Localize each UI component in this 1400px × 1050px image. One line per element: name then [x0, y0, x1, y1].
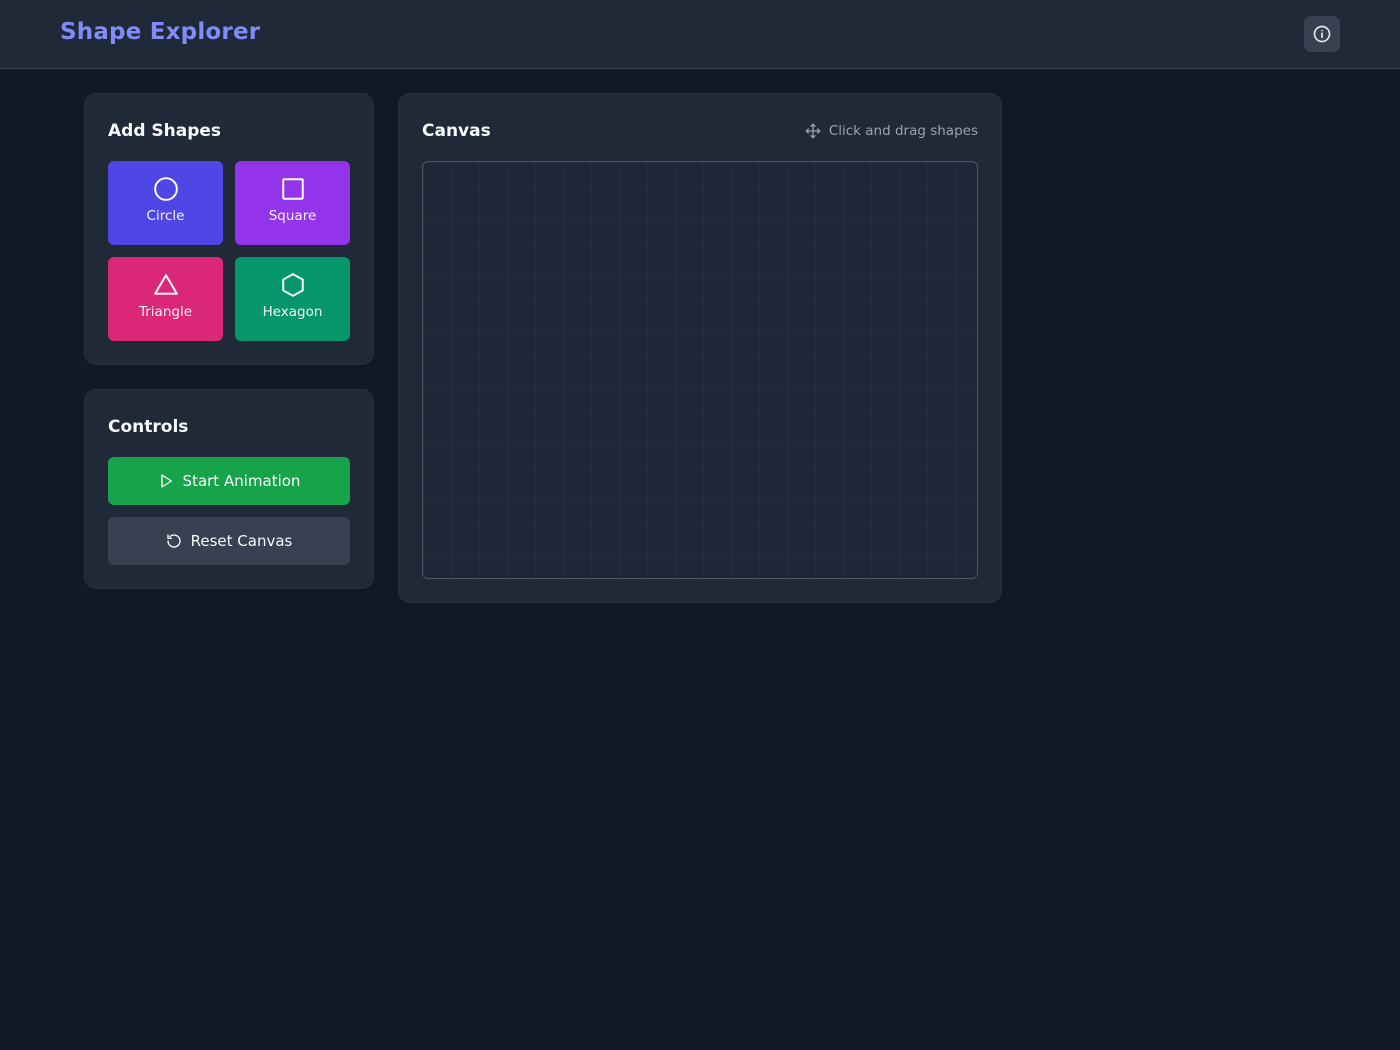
reset-canvas-button[interactable]: Reset Canvas — [108, 517, 350, 565]
triangle-icon — [153, 272, 179, 298]
add-shapes-panel: Add Shapes Circle Square Triangle Hexago… — [84, 93, 374, 365]
add-shapes-title: Add Shapes — [108, 121, 222, 141]
controls-panel: Controls Start Animation Reset Canvas — [84, 389, 374, 589]
canvas-hint: Click and drag shapes — [805, 123, 978, 139]
move-icon — [805, 123, 821, 139]
add-hexagon-label: Hexagon — [262, 304, 323, 320]
add-square-button[interactable]: Square — [235, 161, 350, 245]
add-hexagon-button[interactable]: Hexagon — [235, 257, 350, 341]
add-triangle-label: Triangle — [138, 304, 193, 320]
square-icon — [280, 176, 306, 202]
canvas-panel: Canvas Click and drag shapes — [398, 93, 1002, 603]
circle-icon — [153, 176, 179, 202]
app-title: Shape Explorer — [60, 19, 261, 45]
add-triangle-button[interactable]: Triangle — [108, 257, 223, 341]
drawing-canvas[interactable] — [422, 161, 978, 579]
hexagon-icon — [280, 272, 306, 298]
app-header: Shape Explorer — [0, 0, 1400, 69]
play-icon — [158, 473, 174, 489]
info-button[interactable] — [1304, 16, 1340, 52]
start-animation-button[interactable]: Start Animation — [108, 457, 350, 505]
info-icon — [1312, 24, 1332, 44]
canvas-hint-text: Click and drag shapes — [828, 123, 978, 139]
add-circle-label: Circle — [146, 208, 185, 224]
reset-icon — [166, 533, 182, 549]
canvas-title: Canvas — [422, 121, 491, 141]
add-square-label: Square — [268, 208, 317, 224]
add-circle-button[interactable]: Circle — [108, 161, 223, 245]
controls-title: Controls — [108, 417, 189, 437]
start-animation-label: Start Animation — [182, 472, 301, 490]
reset-canvas-label: Reset Canvas — [190, 532, 293, 550]
